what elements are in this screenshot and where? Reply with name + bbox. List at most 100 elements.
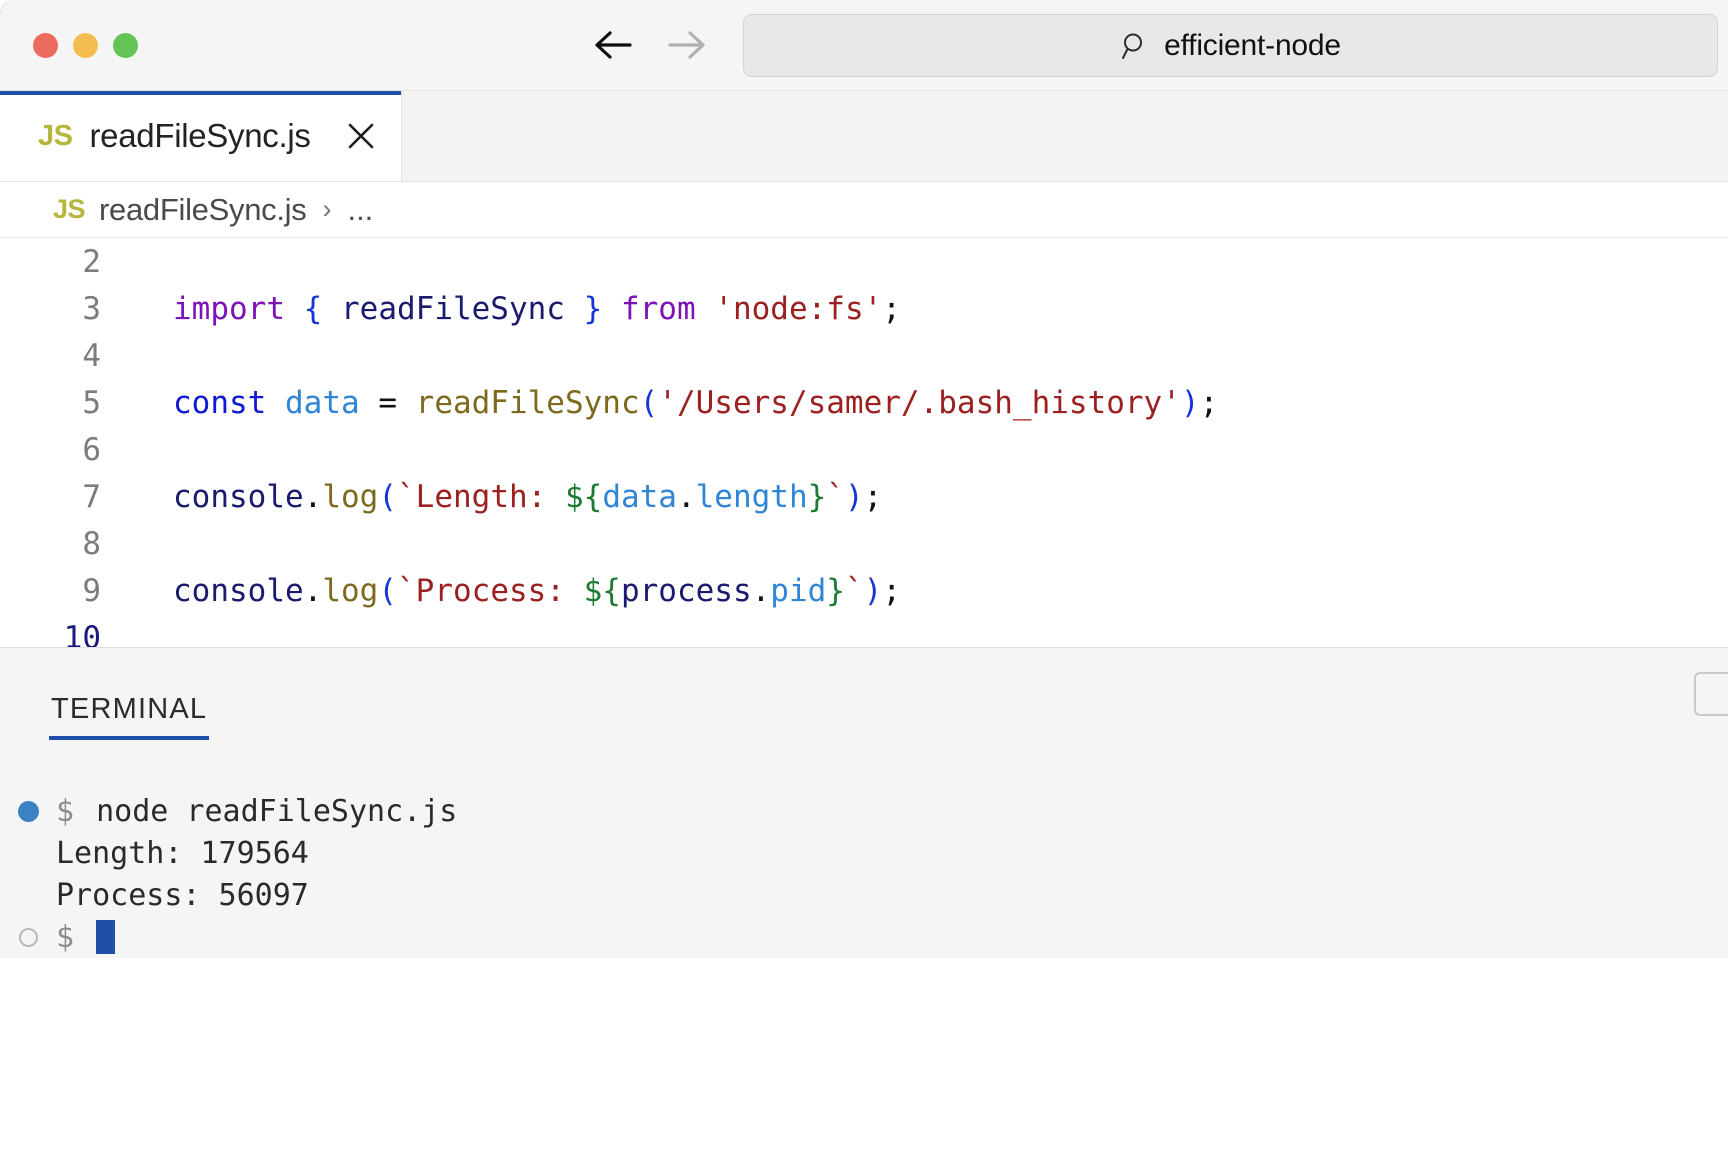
code-token: console: [173, 478, 304, 515]
line-number: 3: [82, 290, 101, 327]
line-number: 2: [82, 243, 101, 280]
code-line-text: console.log(`Length: ${data.length}`);: [120, 479, 882, 515]
code-line-text: console.log(`Process: ${process.pid}`);: [120, 573, 901, 609]
app-window: efficient-node JS readFileSync.js JS rea…: [0, 0, 1728, 1150]
code-editor[interactable]: 2 3 import { readFileSync } from 'node:fs'…: [0, 238, 1728, 648]
command-success-dot-icon: [17, 800, 39, 822]
code-line[interactable]: 10: [0, 614, 1728, 648]
close-window-button[interactable]: [33, 32, 58, 58]
code-line[interactable]: 7 console.log(`Length: ${data.length}`);: [0, 473, 1728, 520]
breadcrumb-file[interactable]: readFileSync.js: [99, 192, 307, 228]
code-token: (: [378, 572, 397, 609]
code-line-text: const data = readFileSync('/Users/samer/…: [120, 385, 1218, 421]
line-number: 4: [82, 337, 101, 374]
code-token: process: [620, 572, 752, 609]
code-token: .: [303, 478, 323, 515]
search-icon: [1120, 31, 1150, 61]
arrow-left-icon[interactable]: [590, 22, 636, 68]
js-file-icon: JS: [38, 119, 73, 152]
code-token: data: [285, 384, 360, 421]
bottom-panel: TERMINAL $ node readFileSync.js Length: 1…: [0, 648, 1728, 958]
code-token: readFileSync: [415, 384, 640, 421]
breadcrumb-overflow[interactable]: ...: [347, 192, 373, 228]
code-line-text: import { readFileSync } from 'node:fs';: [120, 291, 901, 327]
terminal-line-marker: [0, 927, 56, 947]
panel-tab-strip: TERMINAL: [0, 648, 1728, 740]
code-token: }: [826, 572, 845, 609]
code-token: log: [322, 478, 379, 515]
code-token: ;: [1199, 384, 1219, 421]
code-token: ${: [564, 478, 603, 515]
traffic-light-controls: [33, 32, 138, 58]
arrow-right-icon[interactable]: [664, 22, 710, 68]
terminal-line: $: [0, 916, 1728, 958]
line-number: 9: [82, 572, 101, 609]
line-number: 7: [82, 478, 101, 515]
maximize-window-button[interactable]: [113, 32, 138, 58]
line-number: 5: [82, 384, 101, 421]
code-token: log: [322, 572, 379, 609]
code-token: .: [751, 572, 771, 609]
code-token: pid: [770, 572, 827, 609]
code-token: .: [676, 478, 696, 515]
code-token: .: [303, 572, 323, 609]
tab-label: readFileSync.js: [89, 117, 311, 154]
code-token: ): [863, 572, 883, 609]
search-field[interactable]: efficient-node: [743, 14, 1718, 77]
code-token: {: [303, 290, 323, 327]
terminal-output-text: Process: 56097: [56, 877, 309, 913]
terminal-line: Length: 179564: [0, 832, 1728, 874]
code-token: '/Users/samer/.bash_history': [658, 384, 1181, 421]
terminal-prompt-symbol: $: [56, 793, 75, 829]
code-line[interactable]: 5 const data = readFileSync('/Users/samer…: [0, 379, 1728, 426]
terminal-line: $ node readFileSync.js: [0, 790, 1728, 832]
code-token: const: [173, 384, 267, 421]
code-token: ${: [583, 572, 621, 609]
code-token: 'node:fs': [714, 290, 883, 327]
code-token: data: [602, 478, 677, 515]
code-token: (: [639, 384, 659, 421]
panel-actions-button[interactable]: [1694, 672, 1728, 716]
breadcrumb: JS readFileSync.js › ...: [0, 182, 1728, 238]
minimize-window-button[interactable]: [73, 32, 98, 58]
code-line[interactable]: 9 console.log(`Process: ${process.pid}`);: [0, 567, 1728, 614]
editor-tab-strip: JS readFileSync.js: [0, 91, 1728, 182]
navigation-controls: [590, 22, 710, 68]
code-token: import: [173, 290, 285, 327]
tab-terminal[interactable]: TERMINAL: [49, 693, 210, 740]
code-line[interactable]: 8: [0, 520, 1728, 567]
code-token: ;: [882, 290, 901, 327]
code-token: `: [826, 478, 845, 515]
close-icon[interactable]: [341, 116, 381, 156]
code-token: from: [620, 290, 696, 327]
code-token: (: [378, 478, 397, 515]
terminal-prompt-symbol: $: [56, 919, 75, 955]
code-token: readFileSync: [341, 290, 565, 327]
code-token: `Length:: [397, 478, 565, 515]
code-line[interactable]: 3 import { readFileSync } from 'node:fs';: [0, 285, 1728, 332]
code-line[interactable]: 4: [0, 332, 1728, 379]
code-line[interactable]: 6: [0, 426, 1728, 473]
js-file-icon: JS: [53, 194, 86, 224]
search-input-value[interactable]: efficient-node: [1164, 29, 1341, 63]
terminal-output[interactable]: $ node readFileSync.js Length: 179564 Proc…: [0, 740, 1728, 958]
code-token: console: [173, 572, 304, 609]
code-token: ): [1180, 384, 1200, 421]
code-token: =: [359, 384, 416, 421]
terminal-line-marker: [0, 800, 56, 822]
code-line[interactable]: 2: [0, 238, 1728, 285]
tab-readfilesync-js[interactable]: JS readFileSync.js: [0, 91, 402, 181]
code-token: `Process:: [397, 572, 584, 609]
terminal-command: node readFileSync.js: [96, 793, 458, 829]
code-token: }: [583, 290, 603, 327]
code-token: `: [844, 572, 864, 609]
chevron-right-icon: ›: [322, 194, 332, 224]
line-number: 10: [63, 619, 101, 648]
code-token: ;: [863, 478, 883, 515]
